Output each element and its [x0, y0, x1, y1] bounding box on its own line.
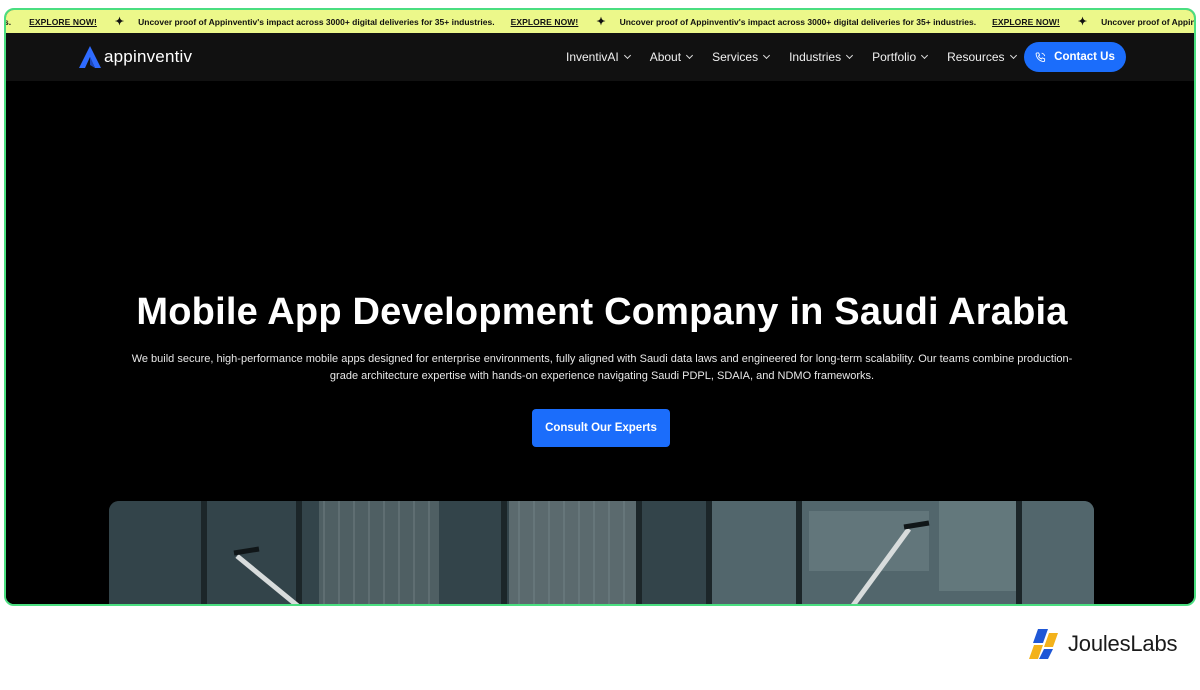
chevron-down-icon	[763, 51, 771, 60]
chevron-down-icon	[623, 51, 631, 60]
announcement-ticker: s. EXPLORE NOW! ✦ Uncover proof of Appin…	[6, 10, 1194, 33]
sparkle-icon: ✦	[596, 16, 606, 28]
contact-us-label: Contact Us	[1054, 51, 1115, 63]
jouleslabs-text: JoulesLabs	[1068, 631, 1178, 656]
nav-item-industries[interactable]: Industries	[789, 50, 854, 64]
explore-now-link[interactable]: EXPLORE NOW!	[992, 17, 1060, 27]
hero-section: Mobile App Development Company in Saudi …	[6, 81, 1194, 604]
ticker-message: Uncover proof of Appinventiv's impact ac…	[138, 16, 495, 27]
nav-item-label: InventivAI	[566, 50, 619, 64]
hero-subtitle-line: We build secure, high-performance mobile…	[131, 353, 1073, 365]
nav-item-label: Industries	[789, 50, 842, 64]
jouleslabs-watermark: JoulesLabs	[1028, 627, 1178, 661]
chevron-down-icon	[846, 51, 854, 60]
ticker-message: Uncover proof of Appinventiv's impact ac…	[1101, 16, 1194, 27]
explore-now-link[interactable]: EXPLORE NOW!	[29, 17, 97, 27]
main-navigation: appinventiv InventivAI About Services In…	[6, 33, 1194, 81]
hero-title: Mobile App Development Company in Saudi …	[136, 291, 1068, 333]
nav-item-label: Services	[712, 50, 759, 64]
explore-now-link[interactable]: EXPLORE NOW!	[511, 17, 579, 27]
chevron-down-icon	[921, 51, 929, 60]
nav-item-services[interactable]: Services	[712, 50, 771, 64]
sparkle-icon: ✦	[114, 16, 125, 28]
ticker-message: Uncover proof of Appinventiv's impact ac…	[619, 16, 977, 27]
appinventiv-logo[interactable]: appinventiv	[78, 45, 192, 69]
chevron-down-icon	[686, 51, 694, 60]
logo-text: appinventiv	[104, 47, 193, 66]
nav-item-resources[interactable]: Resources	[947, 50, 1017, 64]
contact-us-button[interactable]: Contact Us	[1024, 42, 1126, 72]
ticker-segment: EXPLORE NOW! ✦ Uncover proof of Appinven…	[978, 15, 1194, 28]
jouleslabs-logo-icon	[1029, 629, 1058, 659]
nav-item-label: Resources	[947, 50, 1005, 64]
nav-item-label: About	[649, 50, 682, 64]
skyscraper-image	[109, 501, 1094, 604]
chevron-down-icon	[1009, 51, 1017, 60]
hero-banner-image	[109, 501, 1094, 604]
ticker-segment: EXPLORE NOW! ✦ Uncover proof of Appinven…	[497, 15, 978, 28]
consult-experts-button[interactable]: Consult Our Experts	[532, 409, 670, 447]
nav-item-label: Portfolio	[872, 50, 917, 64]
browser-frame: s. EXPLORE NOW! ✦ Uncover proof of Appin…	[4, 8, 1196, 606]
ticker-segment: EXPLORE NOW! ✦ Uncover proof of Appinven…	[11, 15, 496, 28]
logo-icon	[79, 46, 101, 68]
nav-menu: InventivAI About Services Industries Por…	[566, 33, 1036, 81]
hero-subtitle: We build secure, high-performance mobile…	[116, 351, 1088, 385]
nav-item-portfolio[interactable]: Portfolio	[872, 50, 929, 64]
sparkle-icon: ✦	[1077, 16, 1088, 28]
nav-item-about[interactable]: About	[649, 50, 694, 64]
nav-item-inventivai[interactable]: InventivAI	[566, 50, 631, 64]
phone-icon	[1035, 51, 1046, 62]
hero-subtitle-line: grade architecture expertise with hands-…	[329, 370, 875, 382]
